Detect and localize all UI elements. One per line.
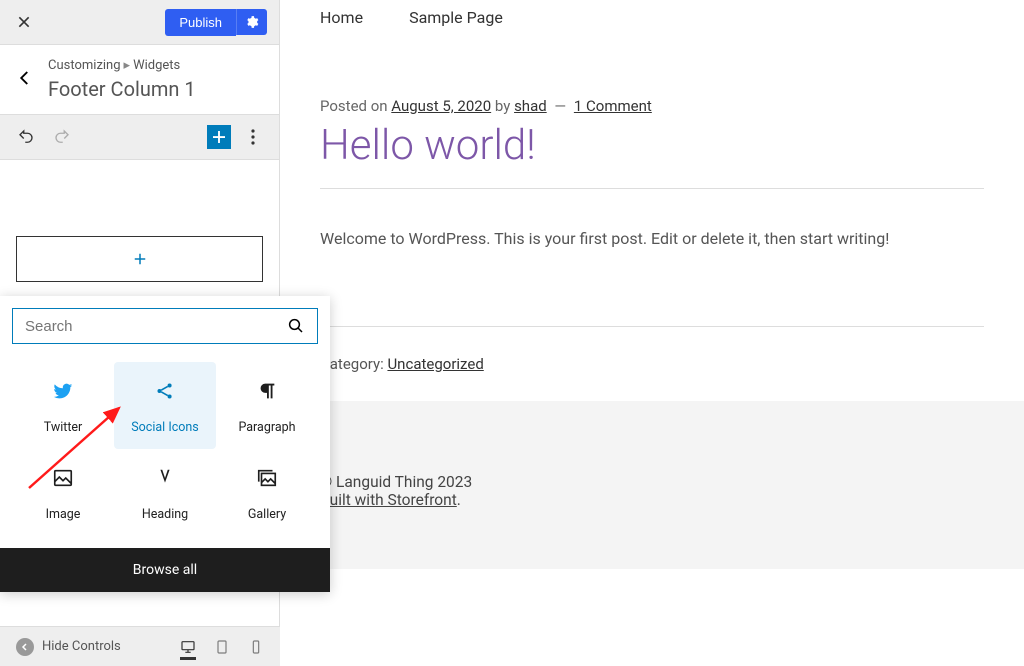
divider xyxy=(320,188,984,189)
desktop-icon xyxy=(180,639,196,655)
category-link[interactable]: Uncategorized xyxy=(387,355,483,373)
site-preview: Home Sample Page Posted on August 5, 202… xyxy=(280,0,1024,666)
close-icon xyxy=(16,14,32,30)
block-label: Image xyxy=(46,507,81,522)
nav-home[interactable]: Home xyxy=(320,8,363,27)
chevron-left-icon xyxy=(16,69,34,87)
mobile-icon xyxy=(248,639,264,655)
chevron-left-circle-icon xyxy=(16,638,34,656)
block-heading[interactable]: Heading xyxy=(114,449,216,536)
post-category: Category: Uncategorized xyxy=(280,327,1024,401)
post-date-link[interactable]: August 5, 2020 xyxy=(391,97,491,115)
post-title[interactable]: Hello world! xyxy=(320,121,984,170)
block-label: Gallery xyxy=(248,507,286,522)
gear-icon xyxy=(245,15,259,29)
twitter-icon xyxy=(52,376,74,406)
gallery-icon xyxy=(256,463,278,493)
block-search-input[interactable] xyxy=(25,318,287,335)
plus-icon xyxy=(210,128,228,146)
browse-all-button[interactable]: Browse all xyxy=(0,548,330,592)
block-paragraph[interactable]: Paragraph xyxy=(216,362,318,449)
search-icon xyxy=(287,317,305,335)
kebab-icon xyxy=(251,129,255,145)
block-label: Paragraph xyxy=(238,420,295,435)
hide-controls-button[interactable]: Hide Controls xyxy=(16,638,121,656)
undo-button[interactable] xyxy=(12,123,40,151)
add-block-toolbar-button[interactable] xyxy=(207,125,231,149)
block-label: Social Icons xyxy=(131,420,199,435)
footer-built-link[interactable]: Built with Storefront xyxy=(320,491,457,509)
footer-copyright: © Languid Thing 2023 xyxy=(320,473,984,491)
block-image[interactable]: Image xyxy=(12,449,114,536)
block-social-icons[interactable]: Social Icons xyxy=(114,362,216,449)
post-meta: Posted on August 5, 2020 by shad — 1 Com… xyxy=(320,97,984,115)
undo-icon xyxy=(17,128,35,146)
publish-settings-button[interactable] xyxy=(236,9,267,35)
desktop-preview-button[interactable] xyxy=(180,639,196,660)
site-footer: © Languid Thing 2023 Built with Storefro… xyxy=(280,401,1024,569)
section-title: Footer Column 1 xyxy=(48,77,196,101)
share-icon xyxy=(154,376,176,406)
block-inserter-popover: Twitter Social Icons Paragraph Image Hea… xyxy=(0,296,330,592)
block-gallery[interactable]: Gallery xyxy=(216,449,318,536)
image-icon xyxy=(52,463,74,493)
tablet-icon xyxy=(214,639,230,655)
block-twitter[interactable]: Twitter xyxy=(12,362,114,449)
hide-controls-label: Hide Controls xyxy=(42,639,121,654)
breadcrumb: Customizing▸Widgets xyxy=(48,58,196,73)
nav-sample-page[interactable]: Sample Page xyxy=(409,8,503,27)
mobile-preview-button[interactable] xyxy=(248,639,264,655)
paragraph-icon xyxy=(256,376,278,406)
tablet-preview-button[interactable] xyxy=(214,639,230,655)
close-customizer-button[interactable] xyxy=(12,10,36,34)
back-button[interactable] xyxy=(16,69,34,91)
redo-button xyxy=(48,123,76,151)
plus-icon xyxy=(131,250,149,268)
heading-icon xyxy=(154,463,176,493)
publish-button[interactable]: Publish xyxy=(165,9,236,36)
post-comments-link[interactable]: 1 Comment xyxy=(574,97,652,115)
redo-icon xyxy=(53,128,71,146)
post-author-link[interactable]: shad xyxy=(514,97,547,115)
block-label: Heading xyxy=(142,507,188,522)
block-label: Twitter xyxy=(44,420,83,435)
post-body: Welcome to WordPress. This is your first… xyxy=(320,229,984,248)
more-options-button[interactable] xyxy=(239,123,267,151)
add-block-button[interactable] xyxy=(16,236,263,282)
